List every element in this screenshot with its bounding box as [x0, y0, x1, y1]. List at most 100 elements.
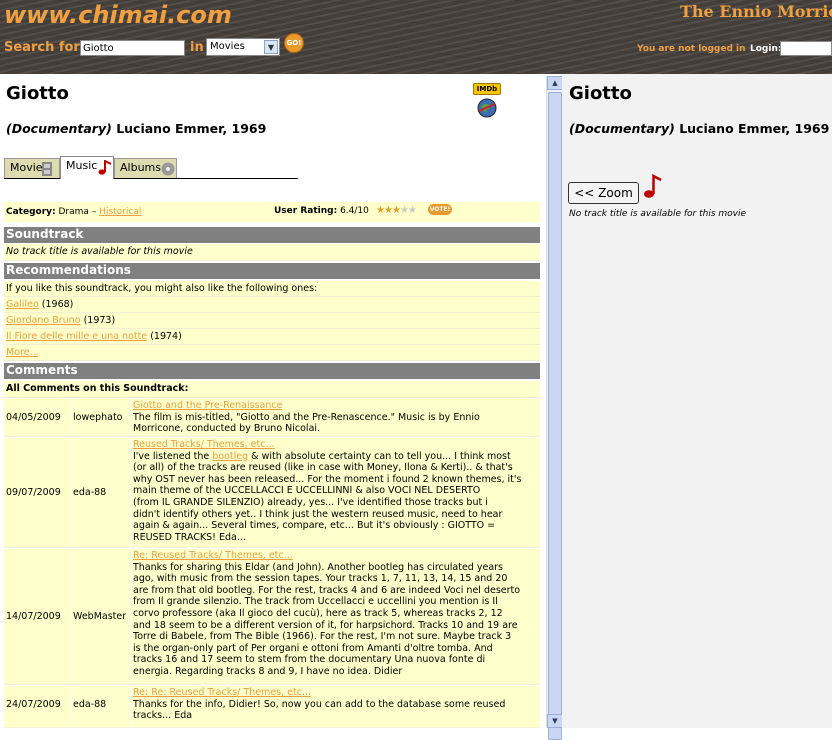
category-label: Category: [6, 207, 56, 217]
recommendation-link[interactable]: Il Fiore delle mille e una notte [6, 331, 147, 342]
category-value: Drama [58, 207, 89, 217]
login-label: Login: [750, 44, 782, 54]
site-title: The Ennio Morricone [680, 2, 832, 21]
comments-subheading: All Comments on this Soundtrack: [4, 381, 540, 398]
comment-row: 24/07/2009 eda-88 Re: Re: Reused Tracks/… [4, 686, 540, 728]
zoom-button[interactable]: << Zoom [568, 182, 639, 204]
recommendations-intro: If you like this soundtrack, you might a… [4, 281, 540, 297]
comment-line: didn't identify others yet.. I think jus… [133, 508, 503, 520]
comment-line: I've listened the bootleg & with absolut… [133, 451, 539, 463]
category-select[interactable]: Movies ▼ [206, 38, 280, 56]
vertical-scrollbar[interactable]: ▲ ▼ [546, 76, 563, 740]
rating-stars: ★★★★★ [376, 205, 417, 216]
comment-line: from Il grande silenzio. The track from … [133, 596, 498, 608]
recommendation-link[interactable]: Galileo [6, 299, 39, 310]
right-frame: Giotto (Documentary) Luciano Emmer, 1969… [562, 74, 832, 728]
comment-line: ago, with music from the session tapes. … [133, 573, 508, 585]
category-link[interactable]: Historical [99, 207, 141, 217]
imdb-link[interactable]: IMDb [473, 83, 501, 95]
comment-user: eda-88 [73, 699, 107, 710]
comment-body: Giotto and the Pre-Renaissance The film … [133, 400, 539, 435]
right-type: (Documentary) [569, 121, 675, 136]
comment-line: tracks... Eda [133, 710, 193, 722]
recommendation-item: Giordano Bruno (1973) [4, 313, 540, 329]
category-select-value: Movies [210, 41, 245, 52]
tab-albums[interactable]: Albums [114, 158, 177, 178]
soundtrack-heading: Soundtrack [4, 227, 540, 243]
info-row: Category: Drama – Historical User Rating… [4, 202, 540, 222]
movie-subtitle: (Documentary) Luciano Emmer, 1969 [6, 121, 266, 136]
comment-date: 04/05/2009 [6, 412, 61, 423]
comment-row: 09/07/2009 eda-88 Reused Tracks/ Themes,… [4, 438, 540, 548]
search-input[interactable] [80, 40, 185, 56]
tab-movie[interactable]: Movie [4, 158, 60, 178]
go-button[interactable]: GO! [284, 33, 304, 53]
movie-title: Giotto [6, 83, 69, 104]
comment-line: (or all) of the tracks are reused (like … [133, 462, 513, 474]
category-separator: – [91, 207, 97, 217]
comment-row: 04/05/2009 lowephato Giotto and the Pre-… [4, 399, 540, 437]
right-title: Giotto [569, 83, 632, 104]
movie-type: (Documentary) [6, 121, 112, 136]
recommendations-more: More... [4, 345, 540, 361]
star-icon: ★ [399, 205, 409, 216]
tab-movie-label: Movie [10, 161, 43, 174]
recommendation-item: Galileo (1968) [4, 297, 540, 313]
in-label: in [190, 40, 204, 55]
comment-title-link[interactable]: Re: Reused Tracks/ Themes, etc... [133, 550, 539, 562]
user-rating-value: 6.4/10 [340, 206, 369, 216]
comment-text: & with absolute certainty can to tell yo… [248, 450, 511, 462]
comment-title-link[interactable]: Giotto and the Pre-Renaissance [133, 400, 539, 412]
comment-line: REUSED TRACKS! Eda... [133, 531, 246, 543]
soundtrack-note: No track title is available for this mov… [4, 244, 540, 261]
site-header: www.chimai.com The Ennio Morricone Searc… [0, 0, 832, 74]
tab-music[interactable]: Music [60, 156, 114, 179]
site-logo[interactable]: www.chimai.com [4, 1, 232, 29]
music-note-icon [98, 160, 112, 175]
film-icon [42, 162, 52, 176]
comment-line: energia. Regarding tracks 8 and 9, I hav… [133, 665, 403, 677]
star-icon: ★ [407, 205, 417, 216]
comment-body: Re: Re: Reused Tracks/ Themes, etc... Th… [133, 687, 539, 722]
scroll-up-icon[interactable]: ▲ [547, 76, 563, 90]
chevron-down-icon[interactable]: ▼ [264, 40, 278, 54]
scroll-down-icon[interactable]: ▼ [547, 714, 563, 728]
comment-title-link[interactable]: Reused Tracks/ Themes, etc... [133, 439, 539, 451]
comment-line: is the organ-only part of Per organi e o… [133, 642, 493, 654]
comment-line: and 18 seem to be a different version of… [133, 619, 518, 631]
comment-line: Thanks for the info, Didier! So, now you… [133, 698, 506, 710]
comment-user: WebMaster [73, 611, 127, 622]
comment-text: I've listened the [133, 450, 213, 462]
category-info: Category: Drama – Historical [6, 207, 141, 217]
more-link[interactable]: More... [6, 347, 39, 358]
comment-line: (from IL GRANDE SILENZIO) already, yes..… [133, 496, 488, 508]
user-rating: User Rating: 6.4/10 [274, 206, 369, 216]
comments-heading: Comments [4, 363, 540, 379]
recommendation-year: (1974) [150, 331, 182, 342]
comment-title-link[interactable]: Re: Re: Reused Tracks/ Themes, etc... [133, 687, 539, 699]
comment-body: Re: Reused Tracks/ Themes, etc... Thanks… [133, 550, 539, 678]
recommendation-link[interactable]: Giordano Bruno [6, 315, 81, 326]
comment-line: The film is mis-titled, "Giotto and the … [133, 411, 480, 423]
search-label: Search for: [4, 40, 86, 55]
scrollbar-thumb[interactable] [548, 92, 562, 740]
recommendation-year: (1973) [83, 315, 116, 326]
tab-albums-label: Albums [120, 161, 161, 174]
bootleg-link[interactable]: bootleg [212, 451, 248, 462]
comment-user: lowephato [73, 412, 123, 423]
recommendation-year: (1968) [41, 299, 74, 310]
comment-user: eda-88 [73, 487, 107, 498]
right-note: No track title is available for this mov… [569, 209, 747, 219]
comment-line: main theme of the UCCELLACCI E UCCELLINN… [133, 485, 481, 497]
movie-director-year: Luciano Emmer, 1969 [116, 121, 267, 136]
login-input[interactable] [780, 41, 832, 56]
recommendation-item: Il Fiore delle mille e una notte (1974) [4, 329, 540, 345]
comment-line: Morricone, conducted by Bruno Nicolai. [133, 423, 321, 435]
globe-icon[interactable] [477, 98, 497, 118]
comment-line: corvo professore (aka Il gioco del cucù)… [133, 607, 503, 619]
user-rating-label: User Rating: [274, 206, 338, 216]
left-frame: Giotto (Documentary) Luciano Emmer, 1969… [0, 74, 546, 728]
comment-body: Reused Tracks/ Themes, etc... I've liste… [133, 439, 539, 543]
tab-bar: Movie Music Albums [4, 156, 298, 179]
vote-button[interactable]: VOTE! [428, 204, 452, 215]
